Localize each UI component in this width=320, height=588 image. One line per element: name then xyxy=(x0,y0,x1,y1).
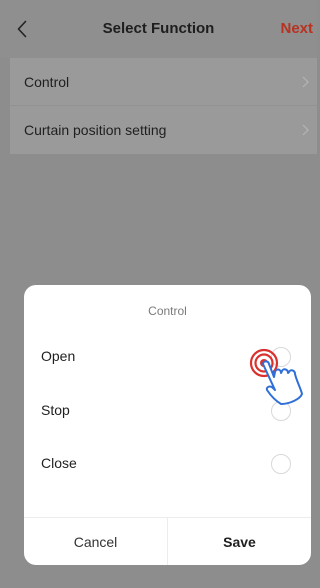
control-dialog: Control Open Stop Close Cancel Save xyxy=(24,285,311,565)
option-label: Open xyxy=(41,348,76,364)
top-bar: Select Function Next xyxy=(0,0,317,58)
option-open[interactable]: Open xyxy=(24,335,311,379)
dialog-title: Control xyxy=(148,304,187,318)
save-button[interactable]: Save xyxy=(168,518,311,565)
cancel-button[interactable]: Cancel xyxy=(24,518,168,565)
list-item-control[interactable]: Control xyxy=(10,58,317,106)
option-stop[interactable]: Stop xyxy=(24,389,311,433)
radio-stop[interactable] xyxy=(271,401,291,421)
list-item-label: Control xyxy=(24,73,70,90)
chevron-right-icon xyxy=(302,124,309,136)
option-label: Close xyxy=(41,455,77,471)
option-close[interactable]: Close xyxy=(24,442,311,486)
chevron-right-icon xyxy=(302,76,309,87)
radio-open[interactable] xyxy=(271,347,291,367)
dialog-actions: Cancel Save xyxy=(24,517,311,565)
option-label: Stop xyxy=(41,402,70,418)
function-list: Control Curtain position setting xyxy=(10,58,317,154)
page-title: Select Function xyxy=(102,20,215,37)
radio-close[interactable] xyxy=(271,454,291,474)
list-item-label: Curtain position setting xyxy=(24,122,167,138)
list-item-curtain-position-setting[interactable]: Curtain position setting xyxy=(10,106,317,154)
next-button[interactable]: Next xyxy=(280,20,313,37)
